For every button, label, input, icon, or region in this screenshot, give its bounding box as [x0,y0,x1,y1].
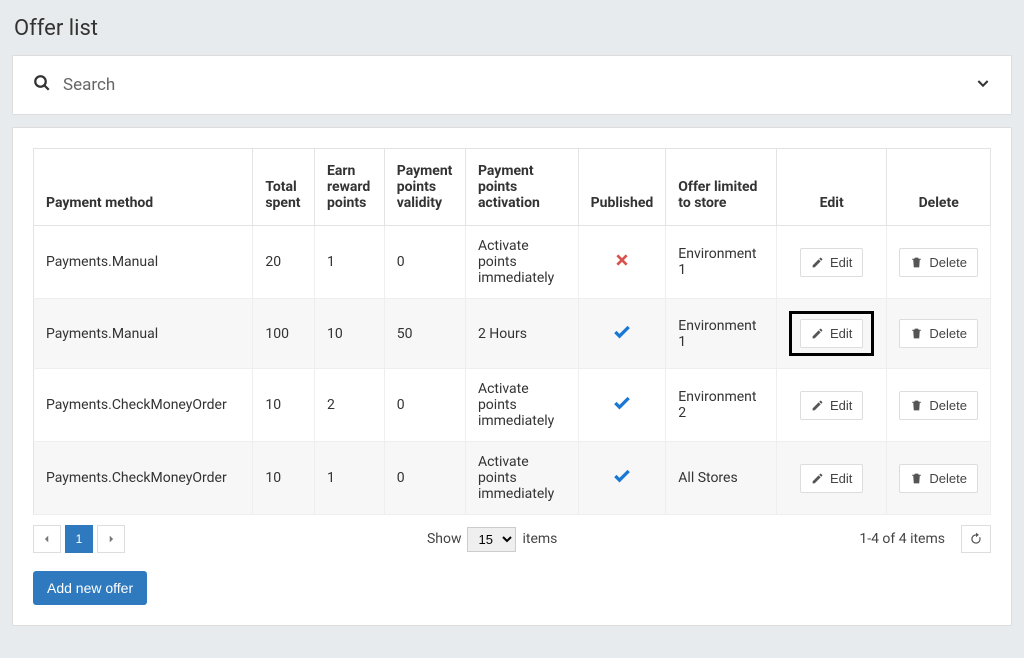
cell-offer-limited: Environment 1 [666,299,777,369]
cell-offer-limited: All Stores [666,442,777,515]
cell-payment-method: Payments.CheckMoneyOrder [34,442,253,515]
col-edit: Edit [776,149,886,226]
edit-highlight: Edit [789,311,874,356]
cell-payment-points-activation: Activate points immediately [465,226,578,299]
search-toggle[interactable]: Search [13,56,1011,114]
offers-table: Payment method Total spent Earn reward p… [33,148,991,515]
pager-show-prefix: Show [427,531,462,547]
cell-payment-points-activation: Activate points immediately [465,369,578,442]
search-label: Search [63,75,115,95]
col-published[interactable]: Published [578,149,666,226]
delete-button[interactable]: Delete [899,319,978,348]
cell-published [578,369,666,442]
delete-button-label: Delete [929,326,967,341]
edit-button[interactable]: Edit [800,248,863,277]
cell-total-spent: 10 [253,369,315,442]
col-payment-points-activation[interactable]: Payment points activation [465,149,578,226]
edit-button-label: Edit [830,326,852,341]
col-delete: Delete [887,149,991,226]
col-offer-limited[interactable]: Offer limited to store [666,149,777,226]
cell-edit: Edit [776,299,886,369]
cell-earn-reward-points: 1 [315,226,385,299]
check-icon [612,401,632,417]
add-new-offer-button[interactable]: Add new offer [33,571,147,605]
trash-icon [910,327,923,340]
pager-prev[interactable] [33,525,61,553]
cell-published [578,442,666,515]
table-row: Payments.CheckMoneyOrder1020Activate poi… [34,369,991,442]
edit-button[interactable]: Edit [800,464,863,493]
cell-total-spent: 100 [253,299,315,369]
delete-button-label: Delete [929,471,967,486]
cell-payment-points-validity: 0 [384,226,465,299]
cell-published [578,299,666,369]
edit-button[interactable]: Edit [800,391,863,420]
cell-earn-reward-points: 10 [315,299,385,369]
cell-delete: Delete [887,299,991,369]
col-total-spent[interactable]: Total spent [253,149,315,226]
cell-total-spent: 20 [253,226,315,299]
trash-icon [910,256,923,269]
edit-button-label: Edit [830,255,852,270]
edit-button[interactable]: Edit [800,319,863,348]
chevron-down-icon [975,75,991,95]
col-earn-reward-points[interactable]: Earn reward points [315,149,385,226]
edit-button-label: Edit [830,471,852,486]
cell-payment-points-activation: Activate points immediately [465,442,578,515]
pencil-icon [811,399,824,412]
cell-payment-method: Payments.Manual [34,299,253,369]
table-row: Payments.Manual2010Activate points immed… [34,226,991,299]
cell-delete: Delete [887,226,991,299]
delete-button-label: Delete [929,255,967,270]
pager: 1 Show 15 items 1-4 of 4 items [33,525,991,553]
pager-page-size[interactable]: 15 [467,527,516,552]
cell-offer-limited: Environment 2 [666,369,777,442]
table-row: Payments.CheckMoneyOrder1010Activate poi… [34,442,991,515]
trash-icon [910,472,923,485]
pencil-icon [811,327,824,340]
cell-published [578,226,666,299]
cell-payment-points-validity: 50 [384,299,465,369]
grid-panel: Payment method Total spent Earn reward p… [12,127,1012,626]
delete-button[interactable]: Delete [899,464,978,493]
delete-button[interactable]: Delete [899,248,978,277]
pager-show-suffix: items [522,531,557,547]
cell-payment-points-activation: 2 Hours [465,299,578,369]
cell-delete: Delete [887,442,991,515]
cell-offer-limited: Environment 1 [666,226,777,299]
search-icon [33,74,51,96]
search-panel: Search [12,55,1012,115]
pager-summary: 1-4 of 4 items [859,531,945,547]
col-payment-method[interactable]: Payment method [34,149,253,226]
cross-icon [614,256,630,272]
check-icon [612,474,632,490]
pager-page-1[interactable]: 1 [65,525,93,553]
edit-button-label: Edit [830,398,852,413]
cell-total-spent: 10 [253,442,315,515]
delete-button-label: Delete [929,398,967,413]
cell-edit: Edit [776,369,886,442]
cell-earn-reward-points: 1 [315,442,385,515]
check-icon [612,330,632,346]
pencil-icon [811,256,824,269]
cell-edit: Edit [776,442,886,515]
cell-payment-method: Payments.CheckMoneyOrder [34,369,253,442]
pager-next[interactable] [97,525,125,553]
cell-delete: Delete [887,369,991,442]
cell-payment-points-validity: 0 [384,369,465,442]
cell-edit: Edit [776,226,886,299]
col-payment-points-validity[interactable]: Payment points validity [384,149,465,226]
refresh-button[interactable] [961,525,991,553]
cell-payment-points-validity: 0 [384,442,465,515]
trash-icon [910,399,923,412]
delete-button[interactable]: Delete [899,391,978,420]
pencil-icon [811,472,824,485]
cell-earn-reward-points: 2 [315,369,385,442]
table-header-row: Payment method Total spent Earn reward p… [34,149,991,226]
table-row: Payments.Manual10010502 Hours Environment… [34,299,991,369]
page-title: Offer list [12,10,1012,55]
cell-payment-method: Payments.Manual [34,226,253,299]
